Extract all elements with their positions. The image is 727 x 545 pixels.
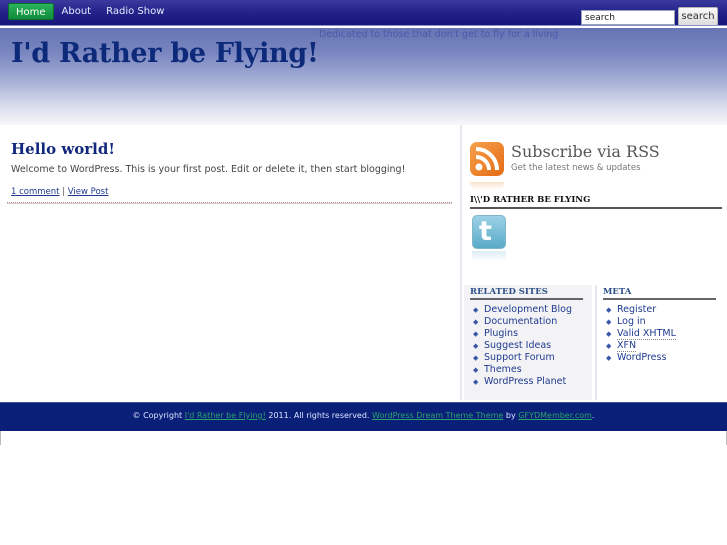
meta-separator: | xyxy=(62,187,66,197)
related-link[interactable]: Development Blog xyxy=(470,304,586,316)
view-post-link[interactable]: View Post xyxy=(68,187,109,197)
rss-icon xyxy=(470,142,504,190)
footer-copyright: © Copyright I'd Rather be Flying! 2011. … xyxy=(0,411,727,420)
site-tagline: Dedicated to those that don't get to fly… xyxy=(319,29,559,40)
meta-link-register[interactable]: Register xyxy=(603,304,719,316)
twitter-glyph: t xyxy=(479,216,492,247)
sidebar: Subscribe via RSS Get the latest news & … xyxy=(460,125,727,400)
meta-link-xfn-label[interactable]: XFN xyxy=(617,340,637,352)
nav-item-radio-show[interactable]: Radio Show xyxy=(99,3,171,20)
meta-link-login[interactable]: Log in xyxy=(603,316,719,328)
twitter-icon-reflection xyxy=(472,251,506,261)
twitter-icon[interactable]: t xyxy=(472,215,506,249)
related-sites-title: RELATED SITES xyxy=(470,287,583,300)
footer-theme-link[interactable]: WordPress Dream Theme Theme xyxy=(372,411,503,420)
related-link[interactable]: Suggest Ideas xyxy=(470,340,586,352)
related-sites-list: Development Blog Documentation Plugins S… xyxy=(470,304,586,388)
meta-link-xhtml[interactable]: Valid XHTML xyxy=(603,328,719,340)
related-link[interactable]: Documentation xyxy=(470,316,586,328)
footer-site-link[interactable]: I'd Rather be Flying! xyxy=(185,411,266,420)
widget-heading-flying: I\\'D RATHER BE FLYING xyxy=(470,195,722,209)
meta-title: META xyxy=(603,287,716,300)
site-footer: © Copyright I'd Rather be Flying! 2011. … xyxy=(0,402,727,431)
meta-widget: META Register Log in Valid XHTML XFN Wor… xyxy=(595,285,725,400)
footer-suffix: . xyxy=(591,411,595,420)
post-meta: 1 comment | View Post xyxy=(11,187,452,197)
post-body: Welcome to WordPress. This is your first… xyxy=(11,164,406,175)
nav-item-about[interactable]: About xyxy=(55,3,99,20)
related-link[interactable]: WordPress Planet xyxy=(470,376,586,388)
top-nav-bar: Home About Radio Show search xyxy=(0,0,727,26)
nav-menu: Home About Radio Show xyxy=(8,3,172,20)
comments-link[interactable]: 1 comment xyxy=(11,187,60,197)
related-link[interactable]: Themes xyxy=(470,364,586,376)
related-sites-widget: RELATED SITES Development Blog Documenta… xyxy=(464,285,592,400)
post-title[interactable]: Hello world! xyxy=(11,140,452,158)
site-header: Dedicated to those that don't get to fly… xyxy=(0,28,727,125)
related-link[interactable]: Support Forum xyxy=(470,352,586,364)
rss-subtitle: Get the latest news & updates xyxy=(511,163,641,173)
meta-link-wordpress[interactable]: WordPress xyxy=(603,352,719,364)
meta-list: Register Log in Valid XHTML XFN WordPres… xyxy=(603,304,719,364)
rss-title: Subscribe via RSS xyxy=(511,142,660,161)
post: Hello world! Welcome to WordPress. This … xyxy=(7,140,452,204)
search-input[interactable] xyxy=(581,10,675,25)
related-link[interactable]: Plugins xyxy=(470,328,586,340)
footer-author-link[interactable]: GFYDMember.com xyxy=(518,411,592,420)
search-button[interactable]: search xyxy=(678,7,718,26)
page-bottom-frame xyxy=(0,431,727,445)
footer-by: by xyxy=(503,411,519,420)
meta-link-xhtml-label[interactable]: Valid XHTML xyxy=(617,328,676,340)
footer-middle: 2011. All rights reserved. xyxy=(265,411,373,420)
nav-item-home[interactable]: Home xyxy=(8,3,54,20)
post-divider xyxy=(7,202,452,204)
rss-subscribe-banner[interactable]: Subscribe via RSS Get the latest news & … xyxy=(470,139,680,190)
meta-link-xfn[interactable]: XFN xyxy=(603,340,719,352)
footer-prefix: © Copyright xyxy=(132,411,185,420)
site-title[interactable]: I'd Rather be Flying! xyxy=(11,38,319,69)
page: Home About Radio Show search Dedicated t… xyxy=(0,0,727,545)
